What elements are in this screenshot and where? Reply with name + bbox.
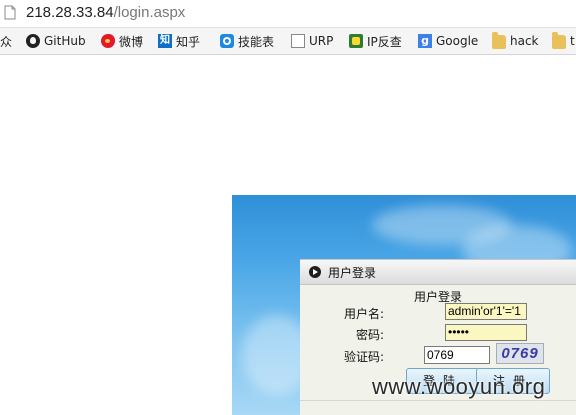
username-input[interactable]: admin'or'1'='1: [445, 303, 527, 320]
page-icon: [4, 5, 16, 20]
folder-icon: [492, 32, 506, 49]
bookmark-label: t: [570, 34, 575, 48]
url-path: /login.aspx: [113, 4, 186, 21]
bookmark-label: GitHub: [44, 34, 86, 48]
bookmark-urp[interactable]: URP: [291, 32, 333, 50]
username-label: 用户名:: [344, 307, 385, 321]
zhihu-icon: 知: [158, 34, 172, 48]
bookmark-label: 微博: [119, 34, 144, 49]
address-bar[interactable]: 218.28.33.84/login.aspx: [0, 0, 576, 28]
google-icon: g: [418, 34, 432, 48]
bookmark-label: 技能表: [238, 34, 275, 49]
github-icon: [26, 34, 40, 48]
divider: [300, 400, 576, 401]
login-box-title: 用户登录: [328, 266, 377, 280]
bookmark-item[interactable]: 众: [0, 32, 12, 50]
url-host: 218.28.33.84: [26, 4, 114, 21]
document-icon: [291, 34, 305, 48]
bookmark-label: 众: [0, 34, 13, 49]
captcha-label: 验证码:: [344, 350, 385, 364]
bookmark-zhihu[interactable]: 知 知乎: [158, 32, 200, 50]
captcha-input[interactable]: 0769: [424, 346, 490, 364]
ip-lookup-icon: [349, 34, 363, 48]
folder-icon: [552, 32, 566, 49]
bookmark-skills[interactable]: 技能表: [220, 32, 274, 50]
password-input[interactable]: •••••: [445, 324, 527, 341]
bookmark-github[interactable]: GitHub: [26, 32, 86, 50]
bookmark-folder-hack[interactable]: hack: [492, 32, 539, 50]
password-label: 密码:: [356, 328, 385, 342]
bookmark-label: IP反查: [367, 34, 402, 49]
bookmarks-bar: 众 GitHub 微博 知 知乎 技能表 URP IP反查 g Google h…: [0, 28, 576, 55]
bookmark-label: 知乎: [176, 34, 201, 49]
form-title: 用户登录: [413, 290, 462, 304]
captcha-image[interactable]: 0769: [496, 343, 544, 364]
bookmark-folder-t[interactable]: t: [552, 32, 575, 50]
arrow-circle-icon: [309, 266, 321, 278]
watermark-text: www.wooyun.org: [372, 374, 546, 399]
bookmark-weibo[interactable]: 微博: [101, 32, 143, 50]
bookmark-label: hack: [510, 34, 539, 48]
url-text[interactable]: 218.28.33.84/login.aspx: [26, 4, 185, 22]
weibo-icon: [101, 34, 115, 48]
skill-icon: [220, 34, 234, 48]
bookmark-label: Google: [436, 34, 479, 48]
bookmark-label: URP: [309, 34, 334, 48]
bookmark-google[interactable]: g Google: [418, 32, 478, 50]
login-box-header: 用户登录: [300, 260, 576, 285]
bookmark-ip-lookup[interactable]: IP反查: [349, 32, 402, 50]
